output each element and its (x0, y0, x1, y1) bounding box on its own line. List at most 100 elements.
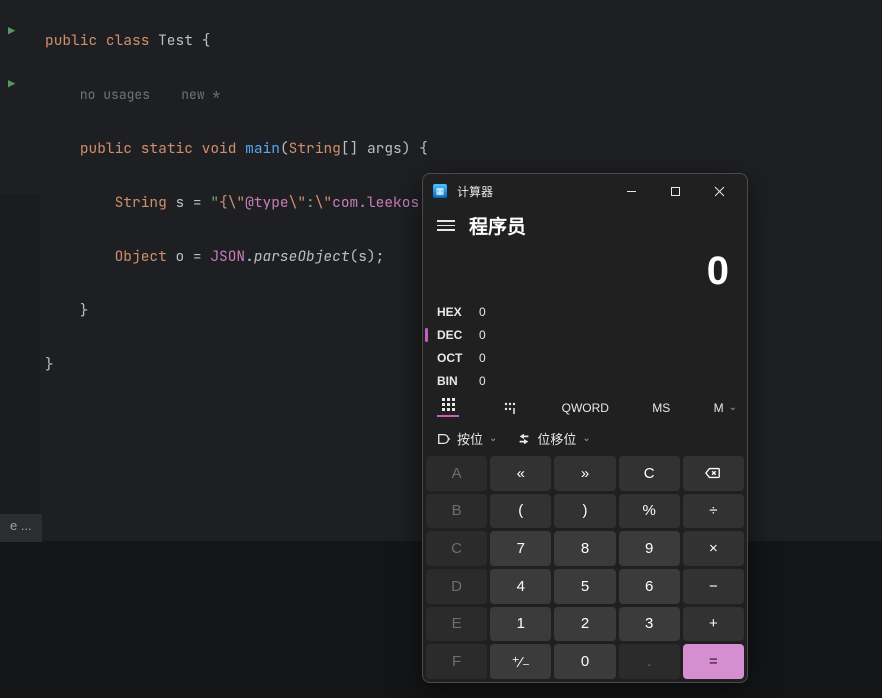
run-icon[interactable]: ▶ (8, 71, 15, 98)
str-quote: " (210, 193, 219, 212)
key-plusminus[interactable]: ⁺⁄₋ (490, 644, 551, 679)
key-lparen[interactable]: ( (490, 494, 551, 529)
str-colon: : (306, 193, 315, 212)
params: [] args) (341, 139, 411, 158)
key-clear[interactable]: C (619, 456, 680, 491)
var-s: s = (167, 193, 211, 212)
base-value: 0 (479, 328, 486, 342)
base-dec[interactable]: DEC0 (437, 323, 733, 346)
gutter: ▶ ▶ (0, 0, 40, 515)
key-d[interactable]: D (426, 569, 487, 604)
base-hex[interactable]: HEX0 (437, 300, 733, 323)
bitshift-dropdown[interactable]: 位移位 ⌄ (517, 429, 590, 448)
kw-static: static (141, 139, 193, 158)
str-esc: \" (315, 193, 332, 212)
str-esc: \" (228, 193, 245, 212)
key-lshift[interactable]: « (490, 456, 551, 491)
class-name: Test (158, 31, 193, 50)
tool-row: QWORD MS M⌄ (423, 396, 747, 423)
and-gate-icon (437, 432, 451, 446)
key-0[interactable]: 0 (554, 644, 615, 679)
memory-store-button[interactable]: MS (652, 401, 670, 415)
key-add[interactable]: + (683, 607, 744, 642)
key-c-hex[interactable]: C (426, 531, 487, 566)
base-label: BIN (437, 374, 479, 388)
key-rshift[interactable]: » (554, 456, 615, 491)
fn-main: main (245, 139, 280, 158)
str-brace: { (219, 193, 228, 212)
key-e[interactable]: E (426, 607, 487, 642)
key-rparen[interactable]: ) (554, 494, 615, 529)
key-7[interactable]: 7 (490, 531, 551, 566)
keypad-toggle-icon[interactable] (437, 398, 459, 417)
key-f[interactable]: F (426, 644, 487, 679)
var-o: o = (167, 247, 211, 266)
memory-label: M (714, 401, 724, 415)
tab-item[interactable]: e ... (0, 514, 43, 542)
paren: ( (280, 139, 289, 158)
bitwise-label: 按位 (457, 429, 483, 448)
mode-row: 程序员 (423, 208, 747, 239)
type-string: String (115, 193, 167, 212)
key-8[interactable]: 8 (554, 531, 615, 566)
backspace-icon (705, 465, 721, 481)
tab-strip: e ... (0, 514, 43, 542)
kw-void: void (202, 139, 237, 158)
run-icon[interactable]: ▶ (8, 18, 15, 45)
key-backspace[interactable] (683, 456, 744, 491)
key-b[interactable]: B (426, 494, 487, 529)
base-bin[interactable]: BIN0 (437, 369, 733, 392)
key-percent[interactable]: % (619, 494, 680, 529)
titlebar[interactable]: ▦ 计算器 (423, 174, 747, 208)
base-list: HEX0 DEC0 OCT0 BIN0 (423, 300, 747, 396)
str-attype: @type (245, 193, 289, 212)
brace: { (410, 139, 427, 158)
type-string: String (289, 139, 341, 158)
key-a[interactable]: A (426, 456, 487, 491)
key-equals[interactable]: = (683, 644, 744, 679)
key-subtract[interactable]: − (683, 569, 744, 604)
bit-toggle-icon[interactable] (502, 400, 518, 416)
shift-icon (517, 432, 531, 446)
key-multiply[interactable]: × (683, 531, 744, 566)
key-divide[interactable]: ÷ (683, 494, 744, 529)
key-1[interactable]: 1 (490, 607, 551, 642)
bitshift-label: 位移位 (537, 429, 576, 448)
class-json: JSON (210, 247, 245, 266)
hamburger-icon[interactable] (437, 220, 455, 231)
key-6[interactable]: 6 (619, 569, 680, 604)
keypad: A « » C B ( ) % ÷ C 7 8 9 × D 4 5 6 − E … (423, 456, 747, 682)
minimize-button[interactable] (609, 175, 653, 207)
key-4[interactable]: 4 (490, 569, 551, 604)
maximize-button[interactable] (653, 175, 697, 207)
key-3[interactable]: 3 (619, 607, 680, 642)
base-oct[interactable]: OCT0 (437, 346, 733, 369)
method-parseobject: parseObject (254, 247, 350, 266)
kw-public: public (45, 31, 97, 50)
base-value: 0 (479, 374, 486, 388)
key-decimal[interactable]: . (619, 644, 680, 679)
window-title: 计算器 (457, 183, 493, 200)
key-5[interactable]: 5 (554, 569, 615, 604)
base-label: HEX (437, 305, 479, 319)
brace-close: } (45, 301, 89, 320)
base-label: OCT (437, 351, 479, 365)
args: (s); (350, 247, 385, 266)
kw-public: public (80, 139, 132, 158)
bitwise-dropdown[interactable]: 按位 ⌄ (437, 429, 497, 448)
key-9[interactable]: 9 (619, 531, 680, 566)
word-size-button[interactable]: QWORD (562, 401, 609, 415)
calc-display: 0 (423, 239, 747, 300)
close-button[interactable] (697, 175, 741, 207)
key-2[interactable]: 2 (554, 607, 615, 642)
type-object: Object (115, 247, 167, 266)
brace-close: } (45, 355, 54, 374)
calculator-window: ▦ 计算器 程序员 0 HEX0 DEC0 OCT0 BIN0 QWORD MS… (422, 173, 748, 683)
dot: . (245, 247, 254, 266)
mode-title: 程序员 (469, 212, 526, 239)
chevron-down-icon: ⌄ (582, 433, 590, 444)
base-value: 0 (479, 351, 486, 365)
inlay-hint: no usages new * (80, 86, 220, 103)
str-esc: \" (289, 193, 306, 212)
memory-dropdown[interactable]: M⌄ (714, 401, 737, 415)
